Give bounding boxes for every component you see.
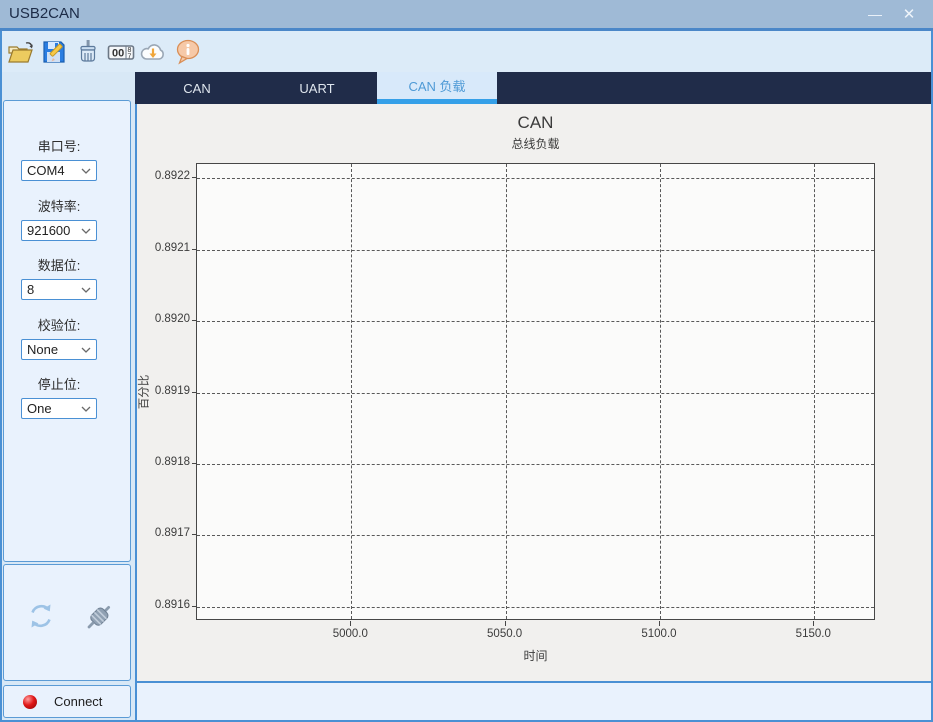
y-tick-label: 0.8922	[137, 170, 190, 182]
clear-button[interactable]	[72, 36, 104, 68]
field-parity-bit: 校验位: None	[21, 315, 97, 360]
tab-can[interactable]: CAN	[137, 72, 257, 104]
minimize-button[interactable]: —	[860, 0, 890, 28]
x-tick-label: 5050.0	[475, 628, 535, 640]
chevron-down-icon	[81, 406, 96, 412]
y-tick-label: 0.8920	[137, 313, 190, 325]
y-gridline	[197, 178, 874, 179]
y-gridline	[197, 535, 874, 536]
field-stop-bit: 停止位: One	[21, 374, 97, 419]
y-tick-label: 0.8916	[137, 599, 190, 611]
app-window: USB2CAN — ✕	[0, 0, 933, 722]
y-tick	[192, 392, 196, 393]
chevron-down-icon	[81, 168, 96, 174]
cloud-download-icon	[138, 37, 168, 67]
chart-region: CAN 总线负载 百分比 0.89220.89210.89200.89190.8…	[135, 104, 933, 683]
info-bubble-icon	[173, 37, 203, 67]
data-bits-label: 数据位:	[21, 255, 97, 274]
serial-port-value: COM4	[27, 163, 65, 178]
connect-button[interactable]: Connect	[3, 685, 131, 718]
x-tick	[505, 621, 506, 626]
x-gridline	[506, 164, 507, 619]
chevron-down-icon	[81, 347, 96, 353]
counter-button[interactable]: 00 8 7	[105, 36, 137, 68]
title-bar: USB2CAN — ✕	[0, 0, 933, 28]
settings-panel: 串口号: COM4 波特率: 921600 数据位: 8 校验位: None 停止位: One	[3, 100, 131, 562]
baud-rate-value: 921600	[27, 223, 70, 238]
stop-bit-value: One	[27, 401, 52, 416]
svg-text:00: 00	[112, 48, 124, 60]
chart-subtitle: 总线负载	[196, 135, 875, 152]
connection-led	[23, 695, 37, 709]
refresh-icon	[23, 598, 59, 634]
x-tick-label: 5100.0	[629, 628, 689, 640]
x-gridline	[351, 164, 352, 619]
sidebar: 串口号: COM4 波特率: 921600 数据位: 8 校验位: None 停止位: One	[0, 72, 135, 722]
plug-icon	[81, 599, 117, 635]
counter-icon: 00 8 7	[106, 37, 136, 67]
plot-area	[196, 163, 875, 620]
toolbar: 00 8 7	[0, 31, 933, 72]
refresh-button[interactable]	[23, 598, 59, 634]
save-floppy-icon	[39, 37, 69, 67]
baud-rate-select[interactable]: 921600	[21, 220, 97, 241]
y-tick	[192, 463, 196, 464]
y-gridline	[197, 464, 874, 465]
x-tick-label: 5150.0	[783, 628, 843, 640]
close-button[interactable]: ✕	[894, 0, 924, 28]
y-tick	[192, 249, 196, 250]
y-gridline	[197, 607, 874, 608]
serial-port-label: 串口号:	[21, 136, 97, 155]
about-button[interactable]	[172, 36, 204, 68]
y-tick-label: 0.8921	[137, 242, 190, 254]
y-gridline	[197, 393, 874, 394]
y-gridline	[197, 250, 874, 251]
x-tick	[813, 621, 814, 626]
tab-bar: CANUARTCAN 负载	[135, 72, 933, 104]
baud-rate-label: 波特率:	[21, 196, 97, 215]
stop-bit-select[interactable]: One	[21, 398, 97, 419]
serial-port-select[interactable]: COM4	[21, 160, 97, 181]
y-tick	[192, 177, 196, 178]
field-serial-port: 串口号: COM4	[21, 136, 97, 181]
y-tick	[192, 534, 196, 535]
chart-title: CAN	[196, 113, 875, 133]
x-gridline	[814, 164, 815, 619]
actions-panel	[3, 564, 131, 681]
open-folder-icon	[5, 37, 35, 67]
clean-brush-icon	[73, 37, 103, 67]
parity-bit-label: 校验位:	[21, 315, 97, 334]
window-title: USB2CAN	[9, 5, 80, 22]
x-tick	[659, 621, 660, 626]
status-bar	[135, 683, 933, 722]
tab-can-load[interactable]: CAN 负载	[377, 72, 497, 104]
x-gridline	[660, 164, 661, 619]
data-bits-select[interactable]: 8	[21, 279, 97, 300]
download-button[interactable]	[137, 36, 169, 68]
tab-uart[interactable]: UART	[257, 72, 377, 104]
field-data-bits: 数据位: 8	[21, 255, 97, 300]
chevron-down-icon	[81, 228, 96, 234]
svg-text:7: 7	[128, 54, 132, 61]
parity-bit-value: None	[27, 342, 58, 357]
y-tick	[192, 606, 196, 607]
parity-bit-select[interactable]: None	[21, 339, 97, 360]
y-gridline	[197, 321, 874, 322]
y-tick-label: 0.8918	[137, 456, 190, 468]
connect-button-label: Connect	[54, 694, 102, 709]
y-tick-label: 0.8917	[137, 527, 190, 539]
field-baud-rate: 波特率: 921600	[21, 196, 97, 241]
chevron-down-icon	[81, 287, 96, 293]
y-tick	[192, 320, 196, 321]
x-tick	[350, 621, 351, 626]
open-file-button[interactable]	[4, 36, 36, 68]
data-bits-value: 8	[27, 282, 34, 297]
stop-bit-label: 停止位:	[21, 374, 97, 393]
plug-button[interactable]	[81, 599, 117, 635]
y-tick-label: 0.8919	[137, 385, 190, 397]
x-tick-label: 5000.0	[320, 628, 380, 640]
x-axis-label: 时间	[196, 647, 875, 664]
save-file-button[interactable]	[38, 36, 70, 68]
